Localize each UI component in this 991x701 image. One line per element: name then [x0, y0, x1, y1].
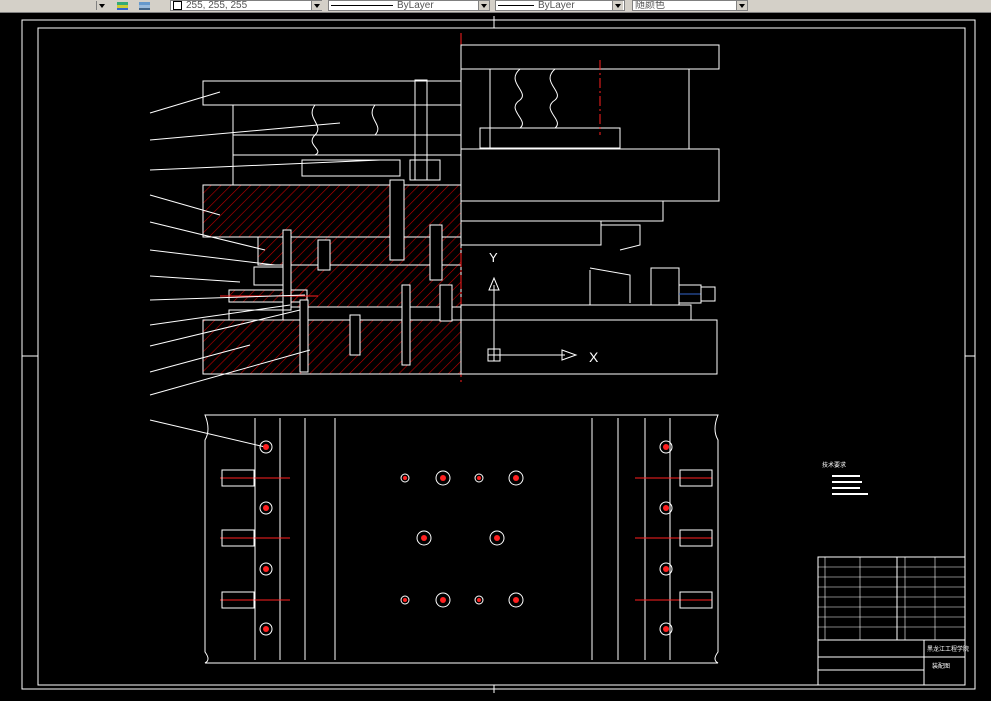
layer-stack-icon[interactable] — [116, 0, 130, 11]
lineweight-dropdown-icon[interactable] — [612, 1, 623, 10]
lineweight-control[interactable]: ByLayer — [495, 0, 625, 11]
front-outside-view — [460, 44, 720, 375]
lineweight-sample-icon — [498, 4, 534, 6]
axis-x-label: X — [589, 349, 599, 365]
notes-title: 技术要求 — [822, 461, 846, 469]
dropdown-arrow-icon[interactable] — [96, 1, 107, 10]
linetype-control[interactable]: ByLayer — [328, 0, 490, 11]
title-block-school: 黑龙江工程学院 — [927, 645, 969, 653]
linetype-value: ByLayer — [397, 0, 434, 11]
axis-y-label: Y — [489, 250, 498, 265]
drawing-svg[interactable]: Y X 技术要求 黑龙江工程学院 装配图 — [0, 13, 991, 696]
linetype-sample-icon — [331, 4, 393, 6]
properties-toolbar: 255, 255, 255 ByLayer ByLayer 随颜色 — [0, 0, 991, 13]
linetype-dropdown-icon[interactable] — [478, 1, 489, 10]
layer-previous-icon[interactable] — [138, 0, 152, 11]
plotstyle-value: 随颜色 — [635, 0, 665, 11]
title-block-drawing: 装配图 — [932, 662, 950, 670]
color-value: 255, 255, 255 — [186, 0, 248, 11]
plan-view — [204, 414, 719, 664]
plotstyle-dropdown-icon[interactable] — [736, 1, 747, 10]
color-swatch-icon — [173, 1, 182, 10]
notes-lines — [832, 475, 868, 495]
color-control[interactable]: 255, 255, 255 — [170, 0, 322, 11]
plotstyle-control[interactable]: 随颜色 — [632, 0, 748, 11]
color-dropdown-icon[interactable] — [311, 1, 322, 10]
lineweight-value: ByLayer — [538, 0, 575, 11]
drawing-canvas[interactable]: Y X 技术要求 黑龙江工程学院 装配图 — [0, 13, 991, 696]
